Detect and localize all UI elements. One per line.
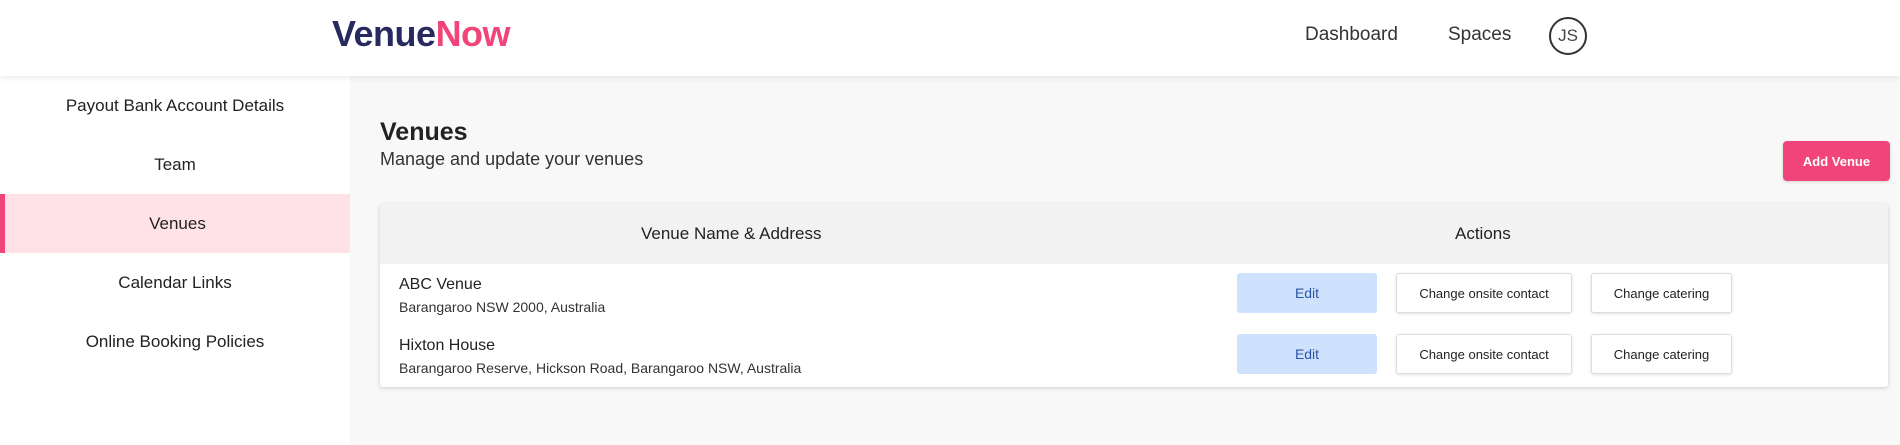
- sidebar-item-online-booking-policies[interactable]: Online Booking Policies: [0, 312, 350, 371]
- venue-address: Barangaroo Reserve, Hickson Road, Barang…: [399, 360, 802, 376]
- logo-text-venue: Venue: [332, 13, 436, 54]
- settings-sidebar: Payout Bank Account Details Team Venues …: [0, 76, 350, 445]
- sidebar-item-venues[interactable]: Venues: [0, 194, 350, 253]
- sidebar-item-label: Calendar Links: [118, 272, 232, 292]
- sidebar-item-label: Venues: [149, 213, 206, 233]
- column-header-venue: Venue Name & Address: [641, 224, 822, 243]
- logo-text-now: Now: [435, 13, 511, 54]
- user-avatar[interactable]: JS: [1549, 17, 1587, 55]
- venues-table: Venue Name & Address Actions ABC Venue B…: [380, 204, 1888, 387]
- edit-button[interactable]: Edit: [1237, 334, 1377, 374]
- sidebar-item-label: Team: [154, 154, 196, 174]
- nav-dashboard-link[interactable]: Dashboard: [1305, 24, 1398, 46]
- table-row: Hixton House Barangaroo Reserve, Hickson…: [380, 325, 1888, 386]
- sidebar-item-label: Online Booking Policies: [85, 331, 265, 351]
- add-venue-button[interactable]: Add Venue: [1783, 141, 1890, 181]
- venue-address: Barangaroo NSW 2000, Australia: [399, 299, 606, 315]
- venue-name: ABC Venue: [399, 276, 482, 293]
- column-header-actions: Actions: [1455, 224, 1511, 243]
- brand-logo[interactable]: VenueNow: [332, 13, 511, 55]
- change-onsite-contact-button[interactable]: Change onsite contact: [1396, 273, 1572, 313]
- venue-name: Hixton House: [399, 337, 496, 354]
- sidebar-item-calendar-links[interactable]: Calendar Links: [0, 253, 350, 312]
- change-onsite-contact-button[interactable]: Change onsite contact: [1396, 334, 1572, 374]
- page-subtitle: Manage and update your venues: [380, 149, 644, 169]
- top-header: VenueNow Dashboard Spaces JS: [0, 0, 1900, 76]
- sidebar-item-payout-bank-account[interactable]: Payout Bank Account Details: [0, 76, 350, 135]
- table-header: Venue Name & Address Actions: [380, 204, 1888, 264]
- change-catering-button[interactable]: Change catering: [1591, 334, 1732, 374]
- change-catering-button[interactable]: Change catering: [1591, 273, 1732, 313]
- nav-spaces-link[interactable]: Spaces: [1448, 24, 1511, 46]
- sidebar-item-label: Payout Bank Account Details: [65, 95, 285, 115]
- edit-button[interactable]: Edit: [1237, 273, 1377, 313]
- sidebar-item-team[interactable]: Team: [0, 135, 350, 194]
- page-title: Venues: [380, 118, 468, 146]
- table-row: ABC Venue Barangaroo NSW 2000, Australia…: [380, 264, 1888, 325]
